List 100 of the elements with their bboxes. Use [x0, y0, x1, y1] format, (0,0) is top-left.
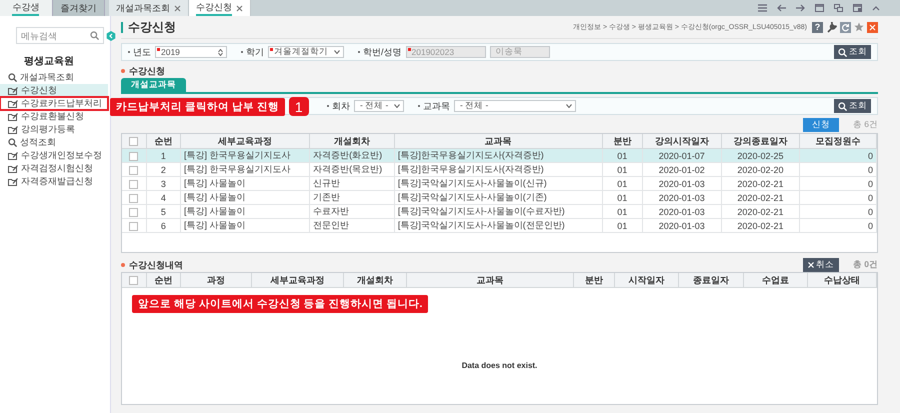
table-cell: [특강]국악실기지도사-사물놀이(기존)	[394, 190, 602, 204]
menu-item[interactable]: 개설과목조회	[0, 71, 108, 84]
table-cell: 2020-02-21	[721, 218, 800, 232]
folder-pen-icon	[8, 99, 18, 108]
checkbox[interactable]	[129, 194, 138, 203]
table-cell: 2020-02-21	[721, 176, 800, 190]
column-header: 세부교육과정	[251, 273, 344, 288]
table-cell: 01	[602, 204, 642, 218]
search-field[interactable]: 메뉴검색	[16, 27, 104, 44]
collapse-toggle-icon[interactable]	[106, 31, 116, 41]
column-header: 교과목	[394, 134, 602, 148]
star-icon[interactable]	[854, 22, 864, 32]
help-button[interactable]: ?	[812, 22, 823, 32]
step-badge: 1	[288, 97, 309, 116]
column-header: 분반	[602, 134, 642, 148]
table-row[interactable]: 5 [특강] 사물놀이 수료자반 [특강]국악실기지도사-사물놀이(수료자반) 01 2020-01-03 2020-02-21 0	[122, 204, 876, 218]
field-label: 년도	[128, 46, 151, 58]
close-button[interactable]	[867, 22, 878, 32]
menu-item[interactable]: 자격증재발급신청	[0, 175, 108, 188]
checkbox[interactable]	[129, 180, 138, 189]
caret-up-icon[interactable]	[872, 5, 880, 11]
table-cell: [특강]한국무용실기지도사(자격증반)	[394, 162, 602, 176]
dropdown[interactable]: - 전체 -	[454, 100, 576, 112]
column-header: 수업료	[743, 273, 808, 288]
menu-icon[interactable]	[758, 4, 767, 12]
table-cell: 4	[146, 190, 180, 204]
column-header: 종료일자	[678, 273, 744, 288]
menu-item[interactable]: 수강생개인정보수정	[0, 149, 108, 162]
search-button[interactable]: 조회	[834, 45, 871, 59]
field-label: 교과목	[418, 100, 450, 112]
table-cell: 01	[602, 162, 642, 176]
caret-down-icon	[566, 104, 572, 108]
search-icon	[8, 138, 17, 147]
readonly-field: 201902023	[406, 46, 486, 58]
column-header: 시작일자	[614, 273, 679, 288]
table-cell: 신규반	[310, 176, 394, 190]
sidebar-tab[interactable]: 즐겨찾기	[52, 0, 105, 16]
checkbox[interactable]	[129, 166, 138, 175]
table-cell: 2020-01-02	[642, 162, 722, 176]
window-icon[interactable]	[815, 4, 824, 12]
table-row[interactable]: 4 [특강] 사물놀이 기존반 [특강]국악실기지도사-사물놀이(기존) 01 2020-01-03 2020-02-21 0	[122, 190, 876, 204]
menu-item[interactable]: 성적조회	[0, 136, 108, 149]
search-icon	[838, 102, 847, 110]
search-button[interactable]: 조회	[834, 99, 871, 113]
table-row[interactable]: 3 [특강] 사물놀이 신규반 [특강]국악실기지도사-사물놀이(신규) 01 2020-01-03 2020-02-21 0	[122, 176, 876, 190]
search-icon	[8, 73, 17, 82]
search-icon	[90, 31, 99, 40]
table-cell: 수료자반	[310, 204, 394, 218]
table-row[interactable]: 2 [특강] 한국무용실기지도사 자격증반(목요반) [특강]한국무용실기지도사(자격증반) 01 2020-01-02 2020-02-20 0	[122, 162, 876, 176]
readonly-field: 이송묵	[490, 46, 550, 58]
empty-message: Data does not exist.	[460, 361, 538, 370]
close-icon	[869, 24, 876, 30]
arrow-left-icon[interactable]	[777, 4, 786, 12]
close-icon	[808, 262, 814, 268]
windows-icon[interactable]	[834, 4, 843, 12]
table-cell: 0	[800, 162, 876, 176]
column-header: 개설회차	[344, 273, 406, 288]
menu-item[interactable]: 강의평가등록	[0, 123, 108, 136]
column-header: 개설회차	[310, 134, 394, 148]
dropdown[interactable]: 겨울계절학기	[268, 46, 344, 58]
column-header: 분반	[574, 273, 614, 288]
sidebar-tab[interactable]: 수강생	[0, 0, 52, 16]
checkbox[interactable]	[129, 137, 138, 146]
apply-button[interactable]: 신청	[802, 118, 839, 132]
table-cell: 01	[602, 148, 642, 162]
window-icon[interactable]	[853, 4, 862, 12]
table-cell: 2	[146, 162, 180, 176]
wrench-icon[interactable]	[826, 22, 837, 32]
menu-item[interactable]: 수강료환불신청	[0, 110, 108, 123]
menu-item[interactable]: 수강료카드납부처리	[0, 97, 108, 110]
section-title: 수강신청	[129, 64, 165, 78]
close-icon[interactable]	[236, 4, 243, 12]
tab[interactable]: 수강신청	[189, 0, 251, 16]
number-field[interactable]: 2019	[155, 46, 227, 58]
dropdown[interactable]: - 전체 -	[354, 100, 404, 112]
table-cell: 2020-02-25	[721, 148, 800, 162]
menu-item[interactable]: 자격검정시험신청	[0, 162, 108, 175]
table-row[interactable]: 6 [특강] 사물놀이 전문인반 [특강]국악실기지도사-사물놀이(전문인반) 01 2020-01-03 2020-02-21 0	[122, 218, 876, 232]
checkbox[interactable]	[129, 276, 138, 286]
table-cell: 1	[146, 148, 180, 162]
table-row[interactable]: 1 [특강] 한국무용실기지도사 자격증반(화요반) [특강]한국무용실기지도사(자격증반) 01 2020-01-07 2020-02-25 0	[122, 148, 876, 162]
bullet-icon	[121, 69, 125, 73]
checkbox[interactable]	[129, 222, 138, 231]
cancel-button[interactable]: 취소	[802, 258, 839, 272]
column-header: 강의시작일자	[642, 134, 722, 148]
checkbox[interactable]	[129, 208, 138, 217]
column-header: 세부교육과정	[180, 134, 310, 148]
close-icon[interactable]	[174, 4, 181, 12]
arrow-right-icon[interactable]	[796, 4, 805, 12]
table-cell: [특강]국악실기지도사-사물놀이(신규)	[394, 176, 602, 190]
table-cell: [특강] 한국무용실기지도사	[180, 148, 310, 162]
table-cell: 2020-01-07	[642, 148, 722, 162]
menu-item[interactable]: 수강신청	[0, 84, 108, 97]
table-cell: 5	[146, 204, 180, 218]
menu-section-title: 평생교육원	[24, 55, 74, 68]
tab[interactable]: 개설과목조회	[109, 0, 189, 16]
table-cell: 2020-02-21	[721, 190, 800, 204]
checkbox[interactable]	[129, 152, 138, 161]
refresh-icon[interactable]	[840, 22, 851, 32]
table-cell: 2020-02-21	[721, 204, 800, 218]
